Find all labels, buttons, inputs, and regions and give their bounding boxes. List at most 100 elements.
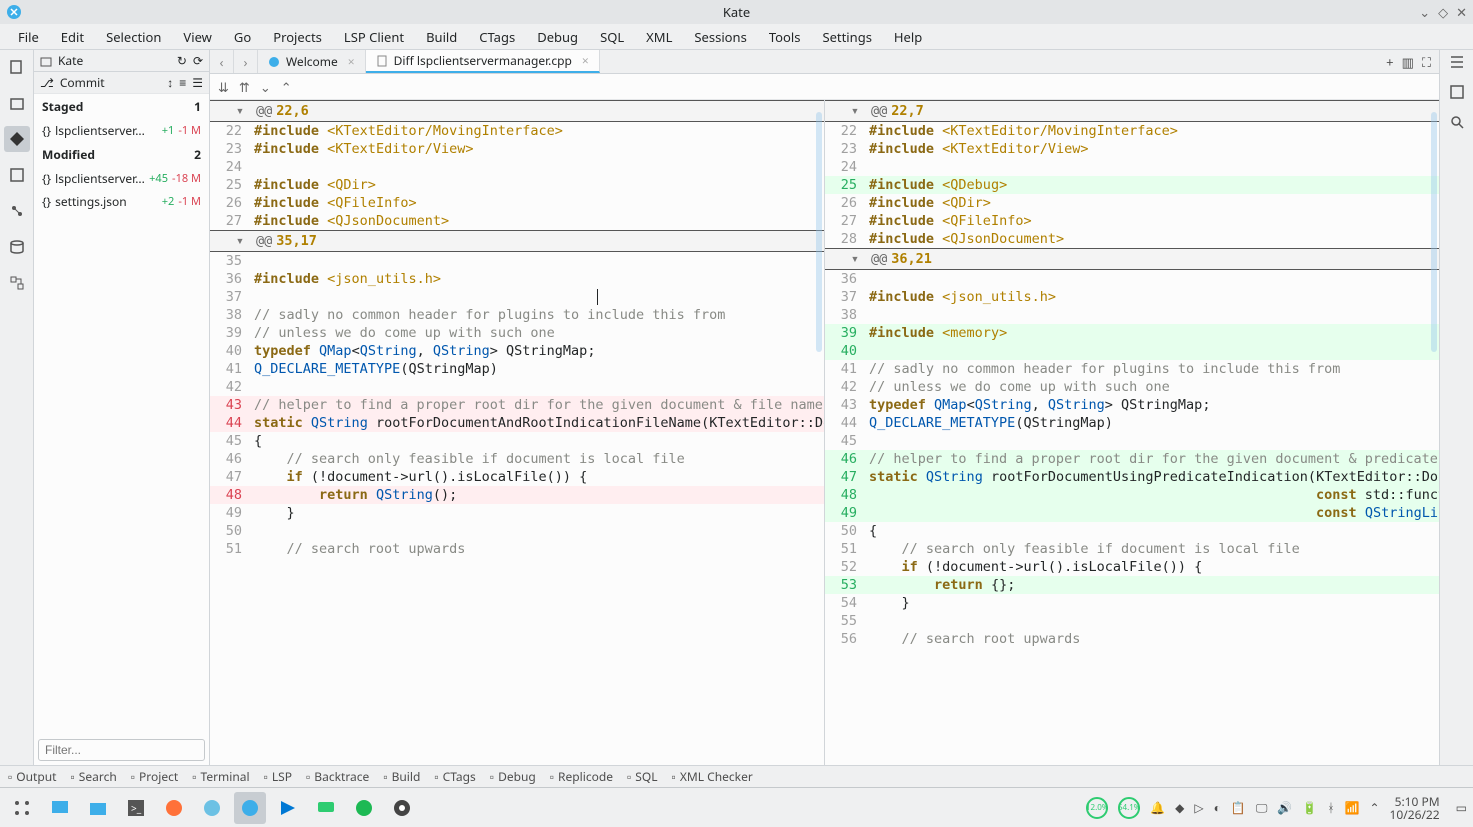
fold-icon[interactable]: ▾ (210, 102, 250, 120)
tree-icon[interactable]: ≡ (179, 74, 186, 91)
code-line[interactable]: 54 } (825, 594, 1439, 612)
code-line[interactable]: 41Q_DECLARE_METATYPE(QStringMap) (210, 360, 824, 378)
firefox-icon[interactable] (158, 792, 190, 824)
network-icon[interactable]: 📶 (1345, 799, 1360, 816)
fold-icon[interactable]: ▾ (210, 232, 250, 250)
code-line[interactable]: 43typedef QMap<QString, QString> QString… (825, 396, 1439, 414)
mem-indicator[interactable]: 54.1% (1118, 797, 1140, 819)
code-line[interactable]: 50{ (825, 522, 1439, 540)
code-line[interactable]: 51 // search only feasible if document i… (825, 540, 1439, 558)
rail-database-icon[interactable] (4, 234, 30, 260)
rail-project-icon[interactable] (4, 162, 30, 188)
code-line[interactable]: 49 } (210, 504, 824, 522)
minimize-button[interactable]: ⌄ (1419, 3, 1430, 21)
tray-app-icon[interactable]: ◆ (1175, 799, 1184, 816)
code-line[interactable]: 37 (210, 288, 824, 306)
code-line[interactable]: 48 const std::function<bool(QDir, QStrin… (825, 486, 1439, 504)
rail-bookmarks-icon[interactable] (4, 198, 30, 224)
list-icon[interactable]: ☰ (192, 74, 203, 91)
cpu-indicator[interactable]: 12.0% (1086, 797, 1108, 819)
code-line[interactable]: 44static QString rootForDocumentAndRootI… (210, 414, 824, 432)
rail-outline-icon[interactable] (1449, 54, 1465, 74)
code-line[interactable]: 39#include <memory> (825, 324, 1439, 342)
rail-documents-icon[interactable] (4, 54, 30, 80)
rail-symbols-icon[interactable] (4, 270, 30, 296)
fold-icon[interactable]: ▾ (825, 102, 865, 120)
obs-icon[interactable] (386, 792, 418, 824)
bottom-tab-terminal[interactable]: ▫Terminal (192, 768, 249, 785)
close-icon[interactable]: × (348, 53, 355, 70)
code-line[interactable]: 36 (825, 270, 1439, 288)
maximize-button[interactable]: ◇ (1438, 3, 1448, 21)
code-line[interactable]: 45{ (210, 432, 824, 450)
code-line[interactable]: 24 (825, 158, 1439, 176)
volume-icon[interactable]: 🔊 (1277, 799, 1292, 816)
clock[interactable]: 5:10 PM 10/26/22 (1390, 795, 1446, 821)
bluetooth-icon[interactable]: ᚼ (1327, 799, 1334, 816)
code-line[interactable]: 47 if (!document->url().isLocalFile()) { (210, 468, 824, 486)
menu-sessions[interactable]: Sessions (684, 25, 756, 49)
code-line[interactable]: 55 (825, 612, 1439, 630)
diff-first-icon[interactable]: ⇊ (218, 78, 229, 96)
code-line[interactable]: 42 (210, 378, 824, 396)
code-line[interactable]: 42// unless we do come up with such one (825, 378, 1439, 396)
bottom-tab-lsp[interactable]: ▫LSP (264, 768, 292, 785)
hunk-header[interactable]: ▾@@22,7 (825, 100, 1439, 122)
media-icon[interactable]: ▷ (1194, 799, 1203, 816)
left-code[interactable]: ▾@@22,622#include <KTextEditor/MovingInt… (210, 100, 824, 765)
tab-welcome[interactable]: Welcome × (258, 50, 366, 73)
scrollbar[interactable] (816, 112, 822, 352)
code-line[interactable]: 27#include <QFileInfo> (825, 212, 1439, 230)
menu-projects[interactable]: Projects (263, 25, 332, 49)
code-line[interactable]: 25#include <QDir> (210, 176, 824, 194)
code-line[interactable]: 50 (210, 522, 824, 540)
code-line[interactable]: 46// helper to find a proper root dir fo… (825, 450, 1439, 468)
rail-git-icon[interactable] (4, 126, 30, 152)
split-icon[interactable]: ▥ (1402, 53, 1414, 71)
clipboard-icon[interactable]: 📋 (1231, 799, 1246, 816)
bottom-tab-replicode[interactable]: ▫Replicode (550, 768, 613, 785)
code-line[interactable]: 26#include <QFileInfo> (210, 194, 824, 212)
code-line[interactable]: 46 // search only feasible if document i… (210, 450, 824, 468)
bottom-tab-project[interactable]: ▫Project (131, 768, 178, 785)
hunk-header[interactable]: ▾@@22,6 (210, 100, 824, 122)
menu-tools[interactable]: Tools (759, 25, 811, 49)
code-line[interactable]: 39// unless we do come up with such one (210, 324, 824, 342)
files-icon[interactable] (82, 792, 114, 824)
project-row[interactable]: Kate ↻ ⟳ (34, 50, 209, 72)
code-line[interactable]: 22#include <KTextEditor/MovingInterface> (210, 122, 824, 140)
code-line[interactable]: 53 return {}; (825, 576, 1439, 594)
code-line[interactable]: 38// sadly no common header for plugins … (210, 306, 824, 324)
spotify-icon[interactable] (348, 792, 380, 824)
rail-files-icon[interactable] (4, 90, 30, 116)
code-line[interactable]: 52 if (!document->url().isLocalFile()) { (825, 558, 1439, 576)
code-line[interactable]: 56 // search root upwards (825, 630, 1439, 648)
desktop-icon[interactable] (44, 792, 76, 824)
menu-file[interactable]: File (8, 25, 49, 49)
diff-next-icon[interactable]: ⌄ (260, 78, 271, 96)
fold-icon[interactable]: ▾ (825, 250, 865, 268)
menu-view[interactable]: View (173, 25, 221, 49)
menu-help[interactable]: Help (884, 25, 932, 49)
hunk-header[interactable]: ▾@@35,17 (210, 230, 824, 252)
kate-icon[interactable] (234, 792, 266, 824)
diff-prev-hunk-icon[interactable]: ⇈ (239, 78, 250, 96)
code-line[interactable]: 26#include <QDir> (825, 194, 1439, 212)
rail-find-icon[interactable] (1449, 114, 1465, 134)
code-line[interactable]: 38 (825, 306, 1439, 324)
chromium-icon[interactable] (196, 792, 228, 824)
expand-tray-icon[interactable]: ⌃ (1369, 799, 1379, 816)
menu-settings[interactable]: Settings (812, 25, 881, 49)
menu-sql[interactable]: SQL (590, 25, 634, 49)
code-line[interactable]: 24 (210, 158, 824, 176)
scrollbar[interactable] (1431, 112, 1437, 352)
menu-lsp-client[interactable]: LSP Client (334, 25, 414, 49)
code-line[interactable]: 51 // search root upwards (210, 540, 824, 558)
menu-go[interactable]: Go (224, 25, 261, 49)
show-desktop-icon[interactable]: ▭ (1456, 799, 1467, 816)
bottom-tab-ctags[interactable]: ▫CTags (434, 768, 475, 785)
rail-preview-icon[interactable] (1449, 84, 1465, 104)
display-icon[interactable]: 🖵 (1256, 799, 1268, 816)
staged-section[interactable]: Staged 1 (34, 94, 209, 119)
right-code[interactable]: ▾@@22,722#include <KTextEditor/MovingInt… (825, 100, 1439, 765)
